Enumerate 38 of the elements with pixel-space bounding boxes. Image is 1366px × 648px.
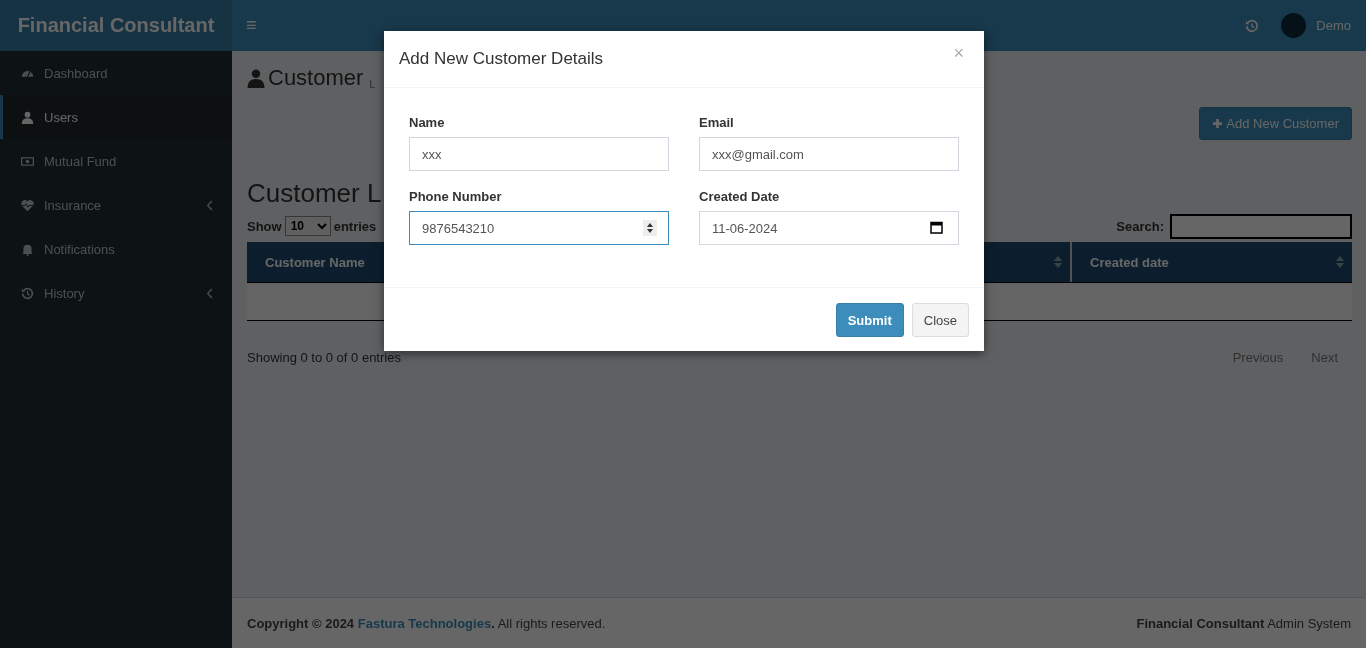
close-button[interactable]: Close: [911, 303, 969, 337]
banknote-icon: [21, 154, 34, 168]
field-label: Name: [409, 115, 446, 130]
calendar-icon: [930, 221, 943, 234]
table-info: Showing 0 to 0 of 0 entries: [247, 350, 401, 365]
show-label: Show: [247, 218, 282, 234]
input-field[interactable]: xxx@gmail.com: [699, 137, 959, 171]
menu-toggle[interactable]: ≡: [246, 15, 257, 36]
spinner-icon: [643, 220, 657, 236]
close-button[interactable]: ×: [948, 42, 969, 64]
page-size-select[interactable]: 10: [284, 216, 331, 236]
date-field[interactable]: 11-06-2024: [699, 211, 959, 245]
sort-icon: [1336, 256, 1344, 268]
field-label: Email: [699, 115, 735, 130]
entries-label: entries: [333, 218, 377, 234]
page-title: Customer: [268, 65, 364, 91]
user-name[interactable]: Demo: [1316, 18, 1351, 33]
copyright-text: Copyright © 2024 Fastura Technologies. All rights reserved.: [247, 615, 606, 631]
field-label: Created Date: [699, 189, 781, 204]
add-customer-button[interactable]: Add New Customer: [1199, 107, 1352, 140]
input-field[interactable]: 9876543210: [409, 211, 669, 245]
submit-button[interactable]: Submit: [835, 303, 904, 337]
user-icon: [21, 110, 34, 124]
field-label: Phone Number: [409, 189, 503, 204]
search-field[interactable]: [1170, 213, 1352, 239]
history-icon: [1245, 18, 1260, 33]
bell-icon: [21, 242, 34, 256]
brand-logo[interactable]: Financial Consultant: [0, 0, 232, 51]
footer-text: Financial Consultant Admin System: [1136, 615, 1351, 631]
plus-icon: [1212, 118, 1224, 129]
heartbeat-icon: [21, 198, 34, 212]
history-icon: [21, 286, 34, 300]
sort-icon: [1054, 256, 1062, 268]
input-field[interactable]: xxx: [409, 137, 669, 171]
section-title: Customer L: [247, 178, 382, 210]
search-label: Search:: [1116, 218, 1164, 234]
user-icon: [247, 68, 265, 88]
modal-title: Add New Customer Details: [399, 49, 605, 69]
